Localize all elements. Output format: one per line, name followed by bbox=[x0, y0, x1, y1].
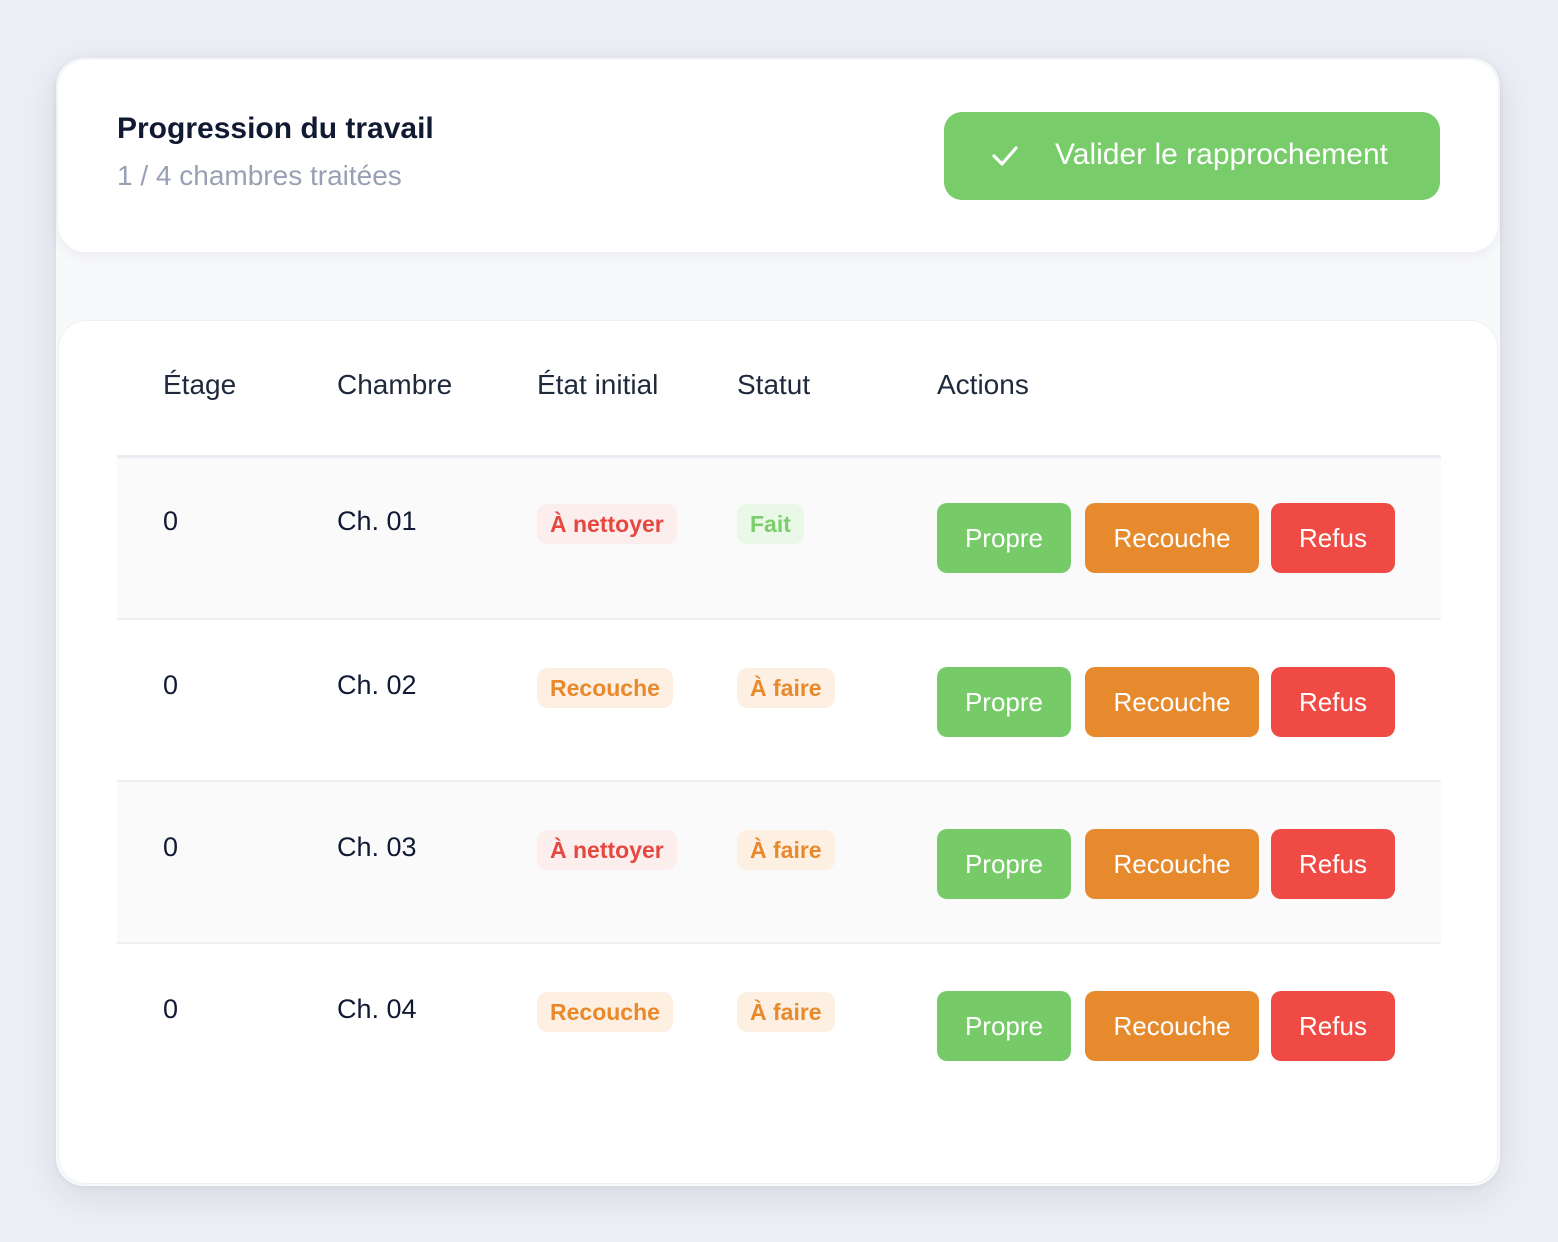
clean-button[interactable]: Propre bbox=[937, 503, 1071, 573]
floor-cell: 0 bbox=[163, 670, 179, 700]
floor-cell: 0 bbox=[163, 832, 179, 862]
check-icon bbox=[992, 146, 1018, 166]
status-badge: À faire bbox=[737, 668, 835, 708]
column-header-floor: Étage bbox=[163, 369, 237, 400]
column-header-initial-state: État initial bbox=[537, 369, 659, 400]
room-cell: Ch. 04 bbox=[337, 994, 417, 1024]
floor-cell: 0 bbox=[163, 994, 179, 1024]
floor-cell: 0 bbox=[163, 506, 179, 536]
refus-button[interactable]: Refus bbox=[1271, 991, 1395, 1061]
table-row: 0 Ch. 01 À nettoyer Fait Propre Recouche… bbox=[117, 458, 1441, 620]
table-row: 0 Ch. 02 Recouche À faire Propre Recouch… bbox=[117, 620, 1441, 782]
status-badge: À faire bbox=[737, 830, 835, 870]
table-row: 0 Ch. 04 Recouche À faire Propre Recouch… bbox=[117, 944, 1441, 1106]
progress-card: Progression du travail 1 / 4 chambres tr… bbox=[58, 60, 1498, 252]
status-badge: Fait bbox=[737, 504, 804, 544]
room-cell: Ch. 02 bbox=[337, 670, 417, 700]
recouche-button[interactable]: Recouche bbox=[1085, 667, 1259, 737]
clean-button[interactable]: Propre bbox=[937, 667, 1071, 737]
recouche-button[interactable]: Recouche bbox=[1085, 503, 1259, 573]
column-header-actions: Actions bbox=[937, 369, 1029, 400]
refus-button[interactable]: Refus bbox=[1271, 667, 1395, 737]
room-cell: Ch. 03 bbox=[337, 832, 417, 862]
status-badge: À faire bbox=[737, 992, 835, 1032]
rooms-table: Étage Chambre État initial Statut Action… bbox=[58, 320, 1498, 1184]
room-cell: Ch. 01 bbox=[337, 506, 417, 536]
validate-button-label: Valider le rapprochement bbox=[1055, 138, 1388, 171]
recouche-button[interactable]: Recouche bbox=[1085, 829, 1259, 899]
column-header-status: Statut bbox=[737, 369, 811, 400]
refus-button[interactable]: Refus bbox=[1271, 503, 1395, 573]
clean-button[interactable]: Propre bbox=[937, 991, 1071, 1061]
progress-title: Progression du travail bbox=[117, 112, 434, 145]
refus-button[interactable]: Refus bbox=[1271, 829, 1395, 899]
initial-state-badge: À nettoyer bbox=[537, 504, 677, 544]
initial-state-badge: À nettoyer bbox=[537, 830, 677, 870]
progress-count: 1 / 4 chambres traitées bbox=[117, 160, 402, 191]
initial-state-badge: Recouche bbox=[537, 668, 673, 708]
clean-button[interactable]: Propre bbox=[937, 829, 1071, 899]
validate-reconciliation-button[interactable]: Valider le rapprochement bbox=[944, 112, 1440, 200]
column-header-room: Chambre bbox=[337, 369, 453, 400]
table-row: 0 Ch. 03 À nettoyer À faire Propre Recou… bbox=[117, 782, 1441, 944]
initial-state-badge: Recouche bbox=[537, 992, 673, 1032]
recouche-button[interactable]: Recouche bbox=[1085, 991, 1259, 1061]
